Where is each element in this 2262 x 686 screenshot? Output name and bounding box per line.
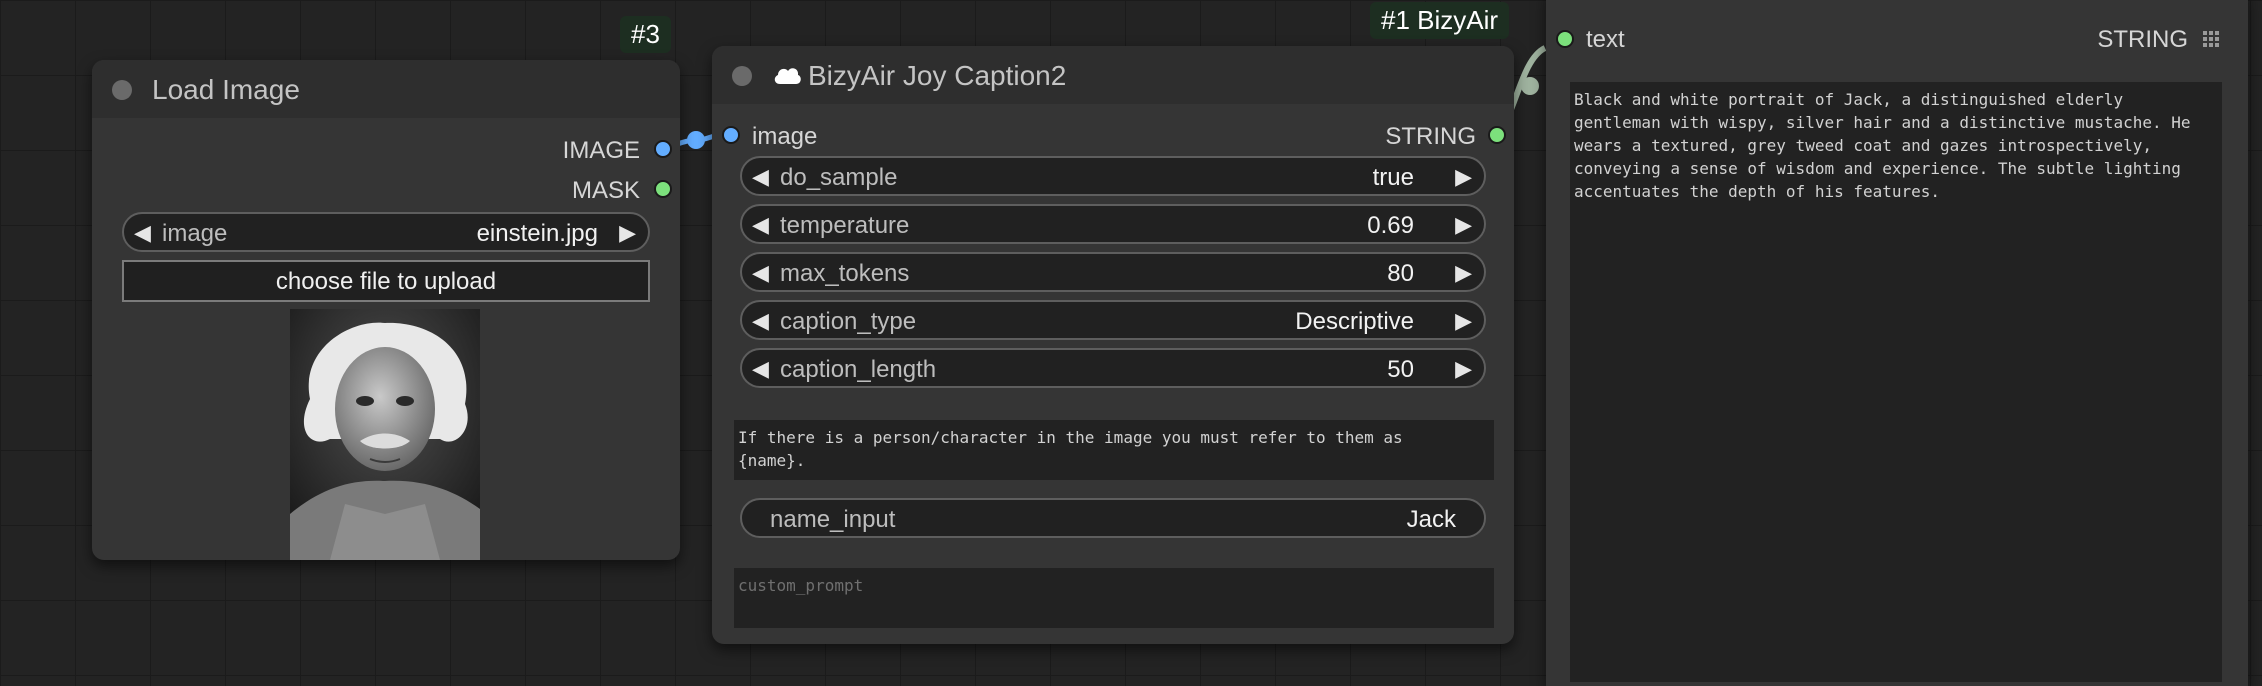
- grid-menu-icon[interactable]: [2202, 30, 2220, 48]
- cloud-icon: [774, 68, 801, 84]
- image-combo-value: einstein.jpg: [476, 220, 598, 247]
- show-text-node[interactable]: text STRING Black and white portrait of …: [1546, 0, 2248, 686]
- caption-type-value: Descriptive: [1295, 308, 1414, 335]
- temperature-value: 0.69: [1367, 212, 1414, 239]
- do-sample-widget[interactable]: ◀ do_sample true ▶: [740, 156, 1486, 196]
- upload-button-label: choose file to upload: [275, 268, 497, 295]
- string-type-label: STRING: [2097, 26, 2188, 53]
- node-id-badge-joy-caption: #1 BizyAir: [1370, 2, 1510, 39]
- input-text-label: text: [1586, 26, 1625, 53]
- image-combo-label: image: [162, 220, 228, 247]
- decrement-arrow-icon[interactable]: ◀: [752, 164, 769, 190]
- increment-arrow-icon[interactable]: ▶: [1455, 356, 1472, 382]
- portrait-photo-icon: [290, 309, 480, 560]
- max-tokens-value: 80: [1387, 260, 1414, 287]
- load-image-node[interactable]: Load Image IMAGE MASK ◀ image einstein.j…: [92, 60, 680, 560]
- output-string-label: STRING: [1385, 123, 1476, 150]
- name-input-value: Jack: [1406, 506, 1456, 533]
- increment-arrow-icon[interactable]: ▶: [619, 220, 636, 246]
- custom-prompt-textarea[interactable]: custom_prompt: [734, 568, 1494, 628]
- output-mask-slot[interactable]: [654, 180, 672, 198]
- output-image-label: IMAGE: [562, 137, 640, 164]
- input-image-slot[interactable]: [722, 126, 740, 144]
- image-link-midpoint: [687, 131, 705, 149]
- joy-caption-title: BizyAir Joy Caption2: [808, 60, 1067, 91]
- output-mask-label: MASK: [571, 177, 640, 204]
- joy-caption-title-bar[interactable]: BizyAir Joy Caption2: [712, 46, 1514, 104]
- joy-caption-node[interactable]: BizyAir Joy Caption2 image STRING ◀ do_s…: [712, 46, 1514, 644]
- output-text-area[interactable]: Black and white portrait of Jack, a dist…: [1570, 82, 2222, 682]
- temperature-widget[interactable]: ◀ temperature 0.69 ▶: [740, 204, 1486, 244]
- do-sample-label: do_sample: [780, 164, 898, 191]
- decrement-arrow-icon[interactable]: ◀: [752, 308, 769, 334]
- name-input-label: name_input: [770, 506, 896, 533]
- collapse-dot-icon[interactable]: [732, 66, 752, 86]
- upload-button[interactable]: choose file to upload: [122, 260, 650, 302]
- do-sample-value: true: [1372, 164, 1414, 191]
- caption-type-label: caption_type: [780, 308, 917, 335]
- image-combo-widget[interactable]: ◀ image einstein.jpg ▶: [122, 212, 650, 252]
- output-image-slot[interactable]: [654, 140, 672, 158]
- increment-arrow-icon[interactable]: ▶: [1455, 260, 1472, 286]
- string-link-midpoint: [1521, 77, 1539, 95]
- decrement-arrow-icon[interactable]: ◀: [752, 356, 769, 382]
- temperature-label: temperature: [780, 212, 910, 239]
- increment-arrow-icon[interactable]: ▶: [1455, 164, 1472, 190]
- caption-length-value: 50: [1387, 356, 1414, 383]
- caption-length-widget[interactable]: ◀ caption_length 50 ▶: [740, 348, 1486, 388]
- node-id-badge-load-image: #3: [620, 16, 671, 53]
- increment-arrow-icon[interactable]: ▶: [1455, 212, 1472, 238]
- load-image-title-bar[interactable]: Load Image: [92, 60, 680, 118]
- caption-length-label: caption_length: [780, 356, 937, 383]
- output-string-slot[interactable]: [1488, 126, 1506, 144]
- image-preview: [290, 309, 480, 560]
- caption-type-widget[interactable]: ◀ caption_type Descriptive ▶: [740, 300, 1486, 340]
- max-tokens-widget[interactable]: ◀ max_tokens 80 ▶: [740, 252, 1486, 292]
- increment-arrow-icon[interactable]: ▶: [1455, 308, 1472, 334]
- collapse-dot-icon[interactable]: [112, 80, 132, 100]
- decrement-arrow-icon[interactable]: ◀: [752, 260, 769, 286]
- decrement-arrow-icon[interactable]: ◀: [752, 212, 769, 238]
- extra-prompt-textarea[interactable]: If there is a person/character in the im…: [734, 420, 1494, 480]
- load-image-title: Load Image: [152, 74, 300, 105]
- max-tokens-label: max_tokens: [780, 260, 910, 287]
- input-text-slot[interactable]: [1556, 30, 1574, 48]
- decrement-arrow-icon[interactable]: ◀: [134, 220, 151, 246]
- name-input-widget[interactable]: name_input Jack: [740, 498, 1486, 538]
- input-image-label: image: [752, 123, 818, 150]
